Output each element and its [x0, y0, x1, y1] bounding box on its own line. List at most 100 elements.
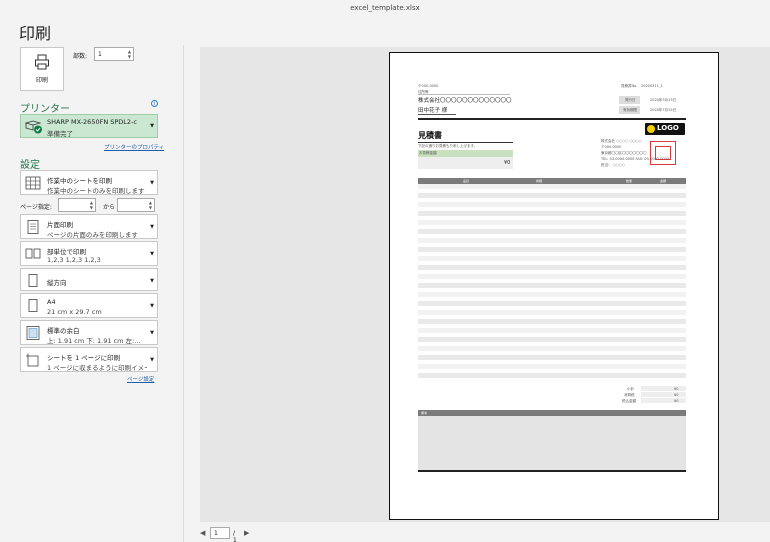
table-row: [418, 319, 686, 324]
printer-section-title: プリンター: [20, 104, 70, 115]
table-row: [418, 301, 686, 306]
panel-divider: [183, 45, 184, 542]
copies-label: 部数:: [73, 53, 88, 60]
total-pages: / 1: [233, 530, 237, 542]
issue-date: 2020年3月15日: [650, 98, 677, 102]
printer-name: SHARP MX-2650FN SPDL2-c: [47, 118, 137, 126]
chevron-down-icon: ▼: [150, 357, 154, 363]
collate-title: 部単位で印刷: [47, 248, 86, 256]
doc-no: 20200311_1: [641, 84, 663, 88]
pages-to-spinner[interactable]: ▲ ▼: [149, 200, 152, 210]
table-row: [418, 220, 686, 225]
table-row: [418, 328, 686, 333]
subtotal-value: ¥0: [674, 387, 679, 391]
sides-title: 片面印刷: [47, 221, 73, 229]
grand-total-cell: [641, 398, 686, 403]
printer-dropdown[interactable]: SHARP MX-2650FN SPDL2-c 準備完了 ▼: [20, 114, 158, 138]
table-row: [418, 256, 686, 261]
pages-label: ページ指定:: [20, 204, 52, 211]
paper-size-subtitle: 21 cm x 29.7 cm: [47, 308, 102, 316]
print-button[interactable]: 印刷: [20, 47, 64, 91]
chevron-down-icon: ▼: [150, 303, 154, 309]
footer-rule: [418, 470, 686, 472]
tax-value: ¥0: [674, 393, 679, 397]
notes-area: [418, 416, 686, 470]
table-row: [418, 346, 686, 351]
table-row: [418, 193, 686, 198]
orientation-title: 縦方向: [47, 279, 67, 287]
print-what-subtitle: 作業中のシートのみを印刷します: [47, 187, 145, 195]
margins-title: 標準の余白: [47, 327, 80, 335]
copies-value: 1: [98, 51, 102, 58]
preview-page: 〒000-0000 住所等 株式会社〇〇〇〇〇〇〇〇〇〇〇〇〇 田中花子 様 見…: [389, 52, 719, 520]
sides-dropdown[interactable]: 片面印刷 ページの片面のみを印刷します ▼: [20, 214, 158, 239]
chevron-down-icon: ▼: [150, 123, 154, 129]
copies-spinner[interactable]: ▲ ▼: [128, 49, 131, 59]
print-what-dropdown[interactable]: 作業中のシートを印刷 作業中のシートのみを印刷します ▼: [20, 170, 158, 195]
pages-from-input[interactable]: ▲ ▼: [58, 198, 96, 212]
col-item: 品目: [463, 179, 470, 183]
table-row: [418, 265, 686, 270]
print-button-label: 印刷: [35, 77, 48, 84]
sheet-icon: [25, 176, 41, 190]
table-row: [418, 292, 686, 297]
total-value: ¥0: [504, 160, 511, 166]
valid-date: 2020年7月15日: [650, 108, 677, 112]
table-row: [418, 310, 686, 315]
table-row: [418, 274, 686, 279]
doc-no-label: 見積書No.: [621, 84, 638, 88]
table-row: [418, 355, 686, 360]
paper-size-title: A4: [47, 298, 56, 306]
table-row: [418, 238, 686, 243]
current-page-input[interactable]: 1: [210, 527, 230, 539]
estimate-document: 〒000-0000 住所等 株式会社〇〇〇〇〇〇〇〇〇〇〇〇〇 田中花子 様 見…: [390, 53, 718, 519]
chevron-down-icon: ▼: [150, 278, 154, 284]
total-label: お見積金額: [419, 151, 437, 155]
orientation-dropdown[interactable]: 縦方向 ▼: [20, 268, 158, 291]
table-row: [418, 211, 686, 216]
table-row: [418, 283, 686, 288]
margins-subtitle: 上: 1.91 cm 下: 1.91 cm 左:...: [47, 337, 141, 345]
sides-subtitle: ページの片面のみを印刷します: [47, 231, 138, 239]
chevron-down-icon: ▼: [150, 330, 154, 336]
logo-text: LOGO: [657, 124, 679, 132]
settings-section-title: 設定: [20, 160, 40, 171]
heading-underline: [418, 142, 513, 143]
collate-icon: [25, 248, 41, 259]
paper-size-dropdown[interactable]: A4 21 cm x 29.7 cm ▼: [20, 293, 158, 318]
doc-person: 田中花子 様: [418, 108, 448, 114]
window-filename: excel_template.xlsx: [350, 4, 420, 12]
one-sided-icon: [27, 220, 39, 234]
prev-page-icon[interactable]: ◀: [200, 529, 205, 537]
subtotal-cell: [641, 386, 686, 391]
table-row: [418, 364, 686, 369]
collate-dropdown[interactable]: 部単位で印刷 1,2,3 1,2,3 1,2,3 ▼: [20, 241, 158, 266]
printer-properties-link[interactable]: プリンターのプロパティ: [104, 143, 164, 151]
scaling-dropdown[interactable]: シートを 1 ページに印刷 1 ページに収まるように印刷イメー... ▼: [20, 347, 158, 372]
notes-label: 備考: [421, 411, 428, 415]
pages-from-spinner[interactable]: ▲ ▼: [90, 200, 93, 210]
portrait-icon: [28, 274, 38, 287]
printer-ready-icon: [25, 120, 42, 134]
page-setup-link[interactable]: ページ設定: [127, 375, 154, 383]
pages-to-input[interactable]: ▲ ▼: [117, 198, 155, 212]
info-icon[interactable]: i: [151, 100, 158, 107]
scaling-subtitle: 1 ページに収まるように印刷イメー...: [47, 364, 147, 372]
margins-dropdown[interactable]: 標準の余白 上: 1.91 cm 下: 1.91 cm 左:... ▼: [20, 320, 158, 345]
fit-to-page-icon: [26, 353, 39, 367]
doc-company: 株式会社〇〇〇〇〇〇〇〇〇〇〇〇〇: [418, 98, 512, 104]
col-qty: 数量: [626, 179, 633, 183]
total-value-cell: [418, 157, 513, 169]
issuer-line-2: 〒000-0000: [601, 145, 622, 149]
doc-postal: 〒000-0000: [418, 84, 439, 88]
margins-icon: [26, 326, 40, 340]
tax-label: 消費税: [624, 393, 635, 397]
issuer-line-1: 株式会社 ○○○○ ○○○○: [601, 139, 642, 143]
copies-input[interactable]: 1 ▲ ▼: [94, 47, 134, 61]
doc-intro: 下記の通りお見積もり申し上げます。: [418, 144, 478, 148]
next-page-icon[interactable]: ▶: [244, 529, 249, 537]
table-row: [418, 202, 686, 207]
chevron-down-icon: ▼: [150, 180, 154, 186]
scaling-title: シートを 1 ページに印刷: [47, 354, 121, 362]
issuer-line-5: 担当： ○○○○: [601, 163, 625, 167]
